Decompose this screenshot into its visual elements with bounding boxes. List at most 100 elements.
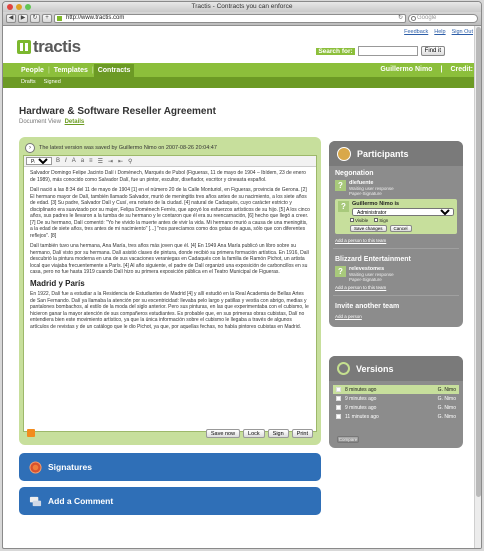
user-name[interactable]: Guillermo Nimo bbox=[380, 63, 432, 77]
add-comment-label: Add a Comment bbox=[48, 496, 114, 506]
participants-panel: Participants Negonation ? dlefuente Wait… bbox=[329, 141, 463, 327]
window-title: Tractis - Contracts you can enforce bbox=[191, 3, 293, 10]
arrow-right-icon[interactable]: › bbox=[25, 143, 35, 153]
participants-header: Participants bbox=[329, 141, 463, 166]
search-label: Search for: bbox=[316, 47, 355, 55]
version-notice: › The latest version was saved by Guille… bbox=[23, 141, 317, 155]
sign-checkbox[interactable]: Sign bbox=[374, 218, 388, 223]
role-select[interactable]: Administrator bbox=[352, 208, 454, 216]
user-info: Guillermo Nimo | Credit: bbox=[380, 63, 473, 77]
permissions: Visible Sign bbox=[338, 218, 454, 223]
visible-checkbox[interactable]: Visible bbox=[350, 218, 368, 223]
font-size-small-icon[interactable]: a bbox=[80, 158, 85, 164]
window-controls bbox=[7, 4, 31, 10]
version-row[interactable]: 11 minutes ago G. Nimo bbox=[333, 412, 459, 421]
numbered-list-icon[interactable]: ☰ bbox=[97, 158, 104, 165]
versions-header: Versions bbox=[329, 356, 463, 381]
tractis-logo[interactable]: tractis bbox=[17, 37, 81, 57]
address-bar[interactable]: http://www.tractis.com ↻ bbox=[54, 14, 406, 23]
editor-actions: Save now Lock Sign Print bbox=[205, 429, 313, 438]
window-titlebar: Tractis - Contracts you can enforce bbox=[3, 2, 481, 12]
version-row[interactable]: 9 minutes ago G. Nimo bbox=[333, 403, 459, 412]
subnav-signed[interactable]: Signed bbox=[40, 77, 65, 88]
print-button[interactable]: Print bbox=[291, 429, 313, 438]
rss-icon[interactable] bbox=[27, 429, 35, 437]
docview-label: Document View bbox=[19, 119, 61, 125]
minimize-window-button[interactable] bbox=[16, 4, 22, 10]
unknown-user-icon: ? bbox=[335, 180, 346, 191]
lock-button[interactable]: Lock bbox=[243, 429, 265, 438]
add-comment-panel[interactable]: Add a Comment bbox=[19, 487, 321, 515]
version-checkbox[interactable] bbox=[336, 396, 341, 401]
add-person-link[interactable]: Add a person to this team bbox=[329, 236, 463, 245]
forward-button[interactable]: ▶ bbox=[18, 14, 28, 23]
tab-people[interactable]: People bbox=[17, 64, 48, 77]
people-icon bbox=[337, 146, 351, 161]
subnav-drafts[interactable]: Drafts bbox=[17, 77, 40, 88]
rich-text-editor[interactable]: Paragraph B I A a ≡ ☰ ⇥ ⇤ ⚲ Salvador Dom… bbox=[23, 155, 317, 432]
role-actions: Save changes Cancel bbox=[338, 225, 454, 232]
editor-toolbar: Paragraph B I A a ≡ ☰ ⇥ ⇤ ⚲ bbox=[24, 156, 316, 167]
save-changes-button[interactable]: Save changes bbox=[350, 225, 387, 232]
help-link[interactable]: Help bbox=[434, 29, 445, 35]
version-checkbox[interactable] bbox=[336, 405, 341, 410]
add-person-link[interactable]: Add a person to this team bbox=[329, 283, 463, 292]
reload-button[interactable]: ↻ bbox=[30, 14, 40, 23]
team-name: Negonation bbox=[335, 170, 374, 177]
signatures-panel[interactable]: Signatures bbox=[19, 453, 321, 481]
feedback-link[interactable]: Feedback bbox=[404, 29, 428, 35]
back-button[interactable]: ◀ bbox=[6, 14, 16, 23]
section-heading: Madrid y París bbox=[30, 278, 85, 288]
bold-icon[interactable]: B bbox=[55, 158, 61, 164]
versions-title: Versions bbox=[356, 363, 394, 374]
italic-icon[interactable]: I bbox=[64, 158, 68, 164]
save-now-button[interactable]: Save now bbox=[205, 429, 241, 438]
page-scrollbar[interactable] bbox=[474, 26, 481, 548]
font-size-icon[interactable]: A bbox=[71, 158, 77, 164]
bulleted-list-icon[interactable]: ≡ bbox=[88, 158, 94, 164]
compare-button[interactable]: Compare bbox=[337, 436, 359, 443]
credit-label[interactable]: Credit: bbox=[450, 63, 473, 77]
close-window-button[interactable] bbox=[7, 4, 13, 10]
document-view-line: Document View Details bbox=[19, 119, 84, 125]
participant-status-detail: Paper-Signature bbox=[349, 191, 382, 196]
indent-icon[interactable]: ⇥ bbox=[107, 158, 114, 165]
favicon-icon bbox=[57, 16, 62, 21]
zoom-window-button[interactable] bbox=[25, 4, 31, 10]
sign-button[interactable]: Sign bbox=[267, 429, 289, 438]
find-it-button[interactable]: Find it bbox=[420, 46, 445, 56]
link-icon[interactable]: ⚲ bbox=[127, 158, 133, 165]
add-bookmark-button[interactable]: + bbox=[42, 14, 52, 23]
versions-icon bbox=[337, 362, 350, 375]
version-checkbox[interactable] bbox=[336, 414, 341, 419]
version-row[interactable]: 8 minutes ago G. Nimo bbox=[333, 385, 459, 394]
browser-toolbar: ◀ ▶ ↻ + http://www.tractis.com ↻ Google bbox=[3, 12, 481, 26]
paragraph: Salvador Domingo Felipe Jacinto Dalí i D… bbox=[30, 170, 306, 183]
document-editor: › The latest version was saved by Guille… bbox=[19, 137, 321, 445]
tab-templates[interactable]: Templates bbox=[50, 64, 92, 77]
comment-icon bbox=[29, 496, 42, 506]
tractis-logo-icon bbox=[17, 40, 31, 54]
signout-link[interactable]: Sign Out bbox=[452, 29, 473, 35]
version-row[interactable]: 9 minutes ago G. Nimo bbox=[333, 394, 459, 403]
add-person-link[interactable]: Add a person bbox=[329, 312, 463, 321]
invite-team-heading[interactable]: Invite another team bbox=[329, 299, 463, 312]
participant-item[interactable]: ? relevestomes Waiting user response Pap… bbox=[329, 265, 463, 283]
version-notice-text: The latest version was saved by Guillerm… bbox=[39, 145, 217, 151]
document-content[interactable]: Salvador Domingo Felipe Jacinto Dalí i D… bbox=[30, 170, 310, 427]
search-input[interactable] bbox=[357, 46, 418, 56]
outdent-icon[interactable]: ⇤ bbox=[117, 158, 124, 165]
format-select[interactable]: Paragraph bbox=[26, 157, 52, 165]
tab-contracts[interactable]: Contracts bbox=[93, 64, 135, 77]
cancel-button[interactable]: Cancel bbox=[389, 225, 412, 232]
reload-icon[interactable]: ↻ bbox=[398, 15, 403, 22]
version-checkbox[interactable] bbox=[336, 387, 341, 392]
scrollbar-thumb[interactable] bbox=[476, 27, 481, 497]
participant-item: ? Guillermo Nimo is Administrator bbox=[338, 201, 454, 216]
logo-text: tractis bbox=[33, 37, 81, 56]
unknown-user-icon: ? bbox=[335, 266, 346, 277]
browser-search-input[interactable]: Google bbox=[408, 14, 478, 23]
unknown-user-icon: ? bbox=[338, 201, 349, 212]
participant-item[interactable]: ? dlefuente Waiting user response Paper-… bbox=[329, 179, 463, 197]
details-link[interactable]: Details bbox=[65, 119, 85, 125]
